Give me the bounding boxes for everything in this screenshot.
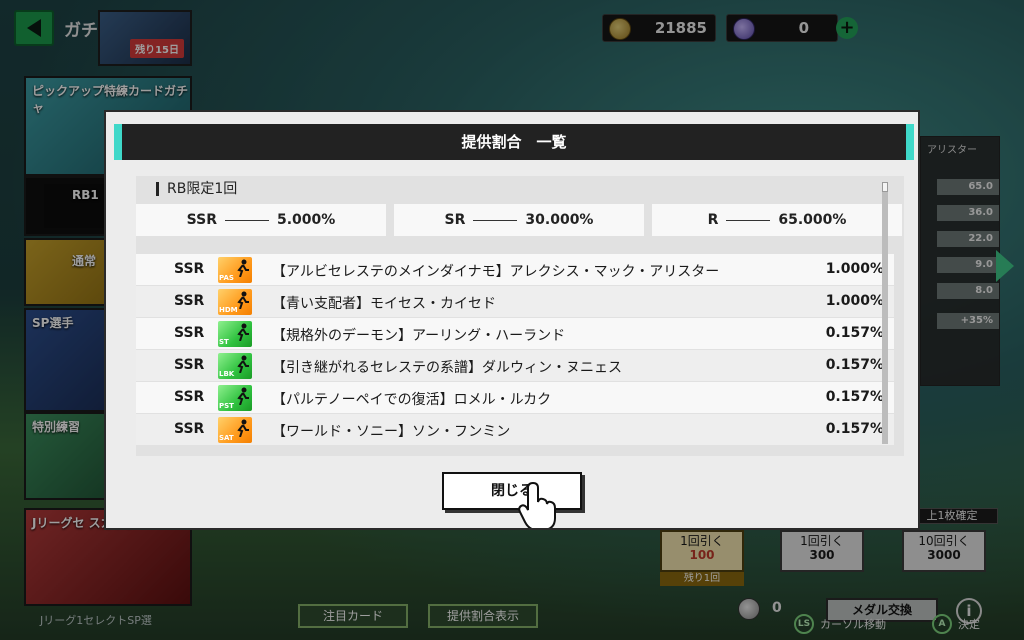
position-tag: ST [219,338,229,346]
position-tag: PAS [219,274,234,282]
rarity-rate: 30.000% [525,212,594,228]
player-rate: 1.000% [825,261,884,277]
section-title: RB限定1回 [156,182,237,196]
player-rate: 0.157% [825,357,884,373]
player-silhouette-icon [237,259,249,277]
rarity-rate: 5.000% [277,212,336,228]
player-silhouette-icon [237,323,249,341]
scrollbar-thumb[interactable] [882,182,888,192]
close-button[interactable]: 閉じる [442,472,582,510]
rarity-label: SSR [174,325,205,341]
player-rate: 1.000% [825,293,884,309]
position-tag: HDM [219,306,238,314]
rarity-label: SSR [174,293,205,309]
divider [726,219,771,221]
player-name: 【規格外のデーモン】アーリング・ハーランド [272,328,566,344]
rate-summary-ssr: SSR 5.000% [136,204,386,236]
rarity-rate: 65.000% [778,212,847,228]
pointing-hand-icon [518,482,556,528]
divider [225,219,269,221]
rarity-label: SR [444,212,466,228]
list-item: SSR SAT 【ワールド・ソニー】ソン・フンミン 0.157% [136,414,894,446]
player-rate: 0.157% [825,421,884,437]
position-icon: ST [218,321,252,347]
rarity-label: SSR [186,212,217,228]
position-tag: PST [219,402,234,410]
player-silhouette-icon [237,355,249,373]
list-item: SSR PAS 【アルビセレステのメインダイナモ】アレクシス・マック・アリスター 1.… [136,254,894,286]
position-icon: PAS [218,257,252,283]
player-name: 【ワールド・ソニー】ソン・フンミン [272,424,511,440]
player-silhouette-icon [237,387,249,405]
rates-modal: 提供割合 一覧 RB限定1回 SSR 5.000% SR 30.000% R 6… [104,110,920,530]
player-name: 【パルテノーペイでの復活】ロメル・ルカク [272,392,552,408]
rate-summary-r: R 65.000% [652,204,902,236]
rarity-label: SSR [174,389,205,405]
list-item: SSR PST 【パルテノーペイでの復活】ロメル・ルカク 0.157% [136,382,894,414]
player-rate: 0.157% [825,325,884,341]
position-icon: SAT [218,417,252,443]
player-rate: 0.157% [825,389,884,405]
rate-summary-sr: SR 30.000% [394,204,644,236]
divider [473,219,518,221]
position-icon: LBK [218,353,252,379]
position-tag: SAT [219,434,234,442]
scrollbar[interactable] [882,182,888,444]
position-icon: HDM [218,289,252,315]
player-rate-rows: SSR PAS 【アルビセレステのメインダイナモ】アレクシス・マック・アリスター 1.… [136,254,894,446]
player-name: 【アルビセレステのメインダイナモ】アレクシス・マック・アリスター [272,264,720,280]
rarity-label: SSR [174,261,205,277]
list-item: SSR LBK 【引き継がれるセレステの系譜】ダルウィン・ヌニェス 0.157% [136,350,894,382]
player-silhouette-icon [237,419,249,437]
position-icon: PST [218,385,252,411]
rarity-label: R [707,212,719,228]
player-name: 【引き継がれるセレステの系譜】ダルウィン・ヌニェス [272,360,622,376]
list-item: SSR ST 【規格外のデーモン】アーリング・ハーランド 0.157% [136,318,894,350]
list-item: SSR HDM 【青い支配者】モイセス・カイセド 1.000% [136,286,894,318]
player-name: 【青い支配者】モイセス・カイセド [272,296,496,312]
rates-list[interactable]: RB限定1回 SSR 5.000% SR 30.000% R 65.000% S… [136,176,904,456]
rarity-label: SSR [174,421,205,437]
position-tag: LBK [219,370,235,378]
rarity-label: SSR [174,357,205,373]
modal-title: 提供割合 一覧 [114,124,914,160]
